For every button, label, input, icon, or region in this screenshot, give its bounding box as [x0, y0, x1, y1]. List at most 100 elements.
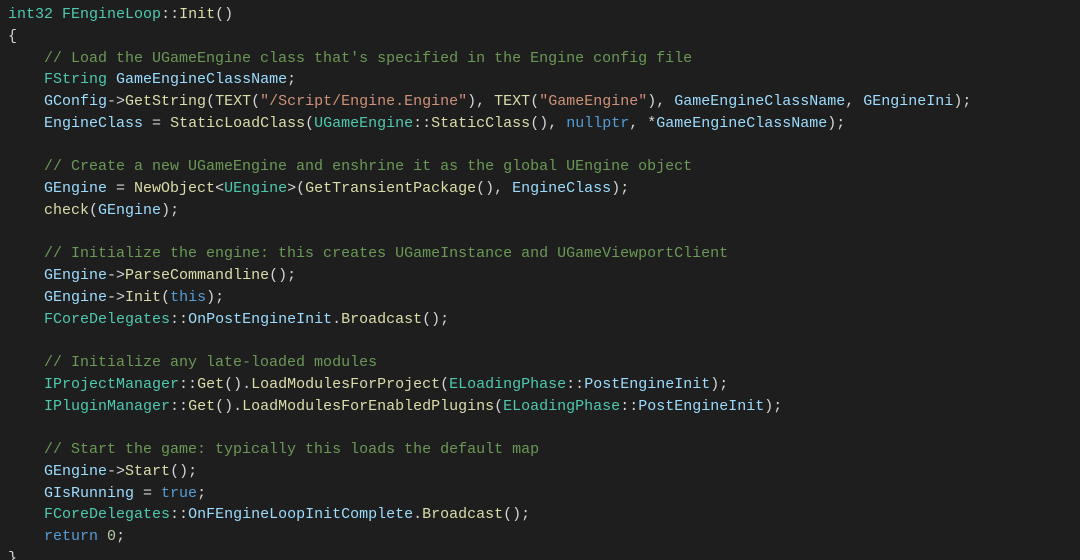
code-line[interactable]: [8, 332, 17, 349]
code-token: [8, 115, 44, 132]
code-token: GetString: [125, 93, 206, 110]
code-token: GEngine: [98, 202, 161, 219]
code-token: Broadcast: [422, 506, 503, 523]
code-line[interactable]: int32 FEngineLoop::Init(): [8, 6, 233, 23]
code-token: ->: [107, 93, 125, 110]
code-token: // Start the game: typically this loads …: [44, 441, 539, 458]
code-token: ::: [413, 115, 431, 132]
code-token: =: [143, 115, 170, 132]
code-line[interactable]: GConfig->GetString(TEXT("/Script/Engine.…: [8, 93, 971, 110]
code-line[interactable]: GEngine->Start();: [8, 463, 197, 480]
code-token: GameEngineClassName: [674, 93, 845, 110]
code-line[interactable]: // Initialize any late-loaded modules: [8, 354, 377, 371]
code-token: GIsRunning: [44, 485, 134, 502]
code-token: // Load the UGameEngine class that's spe…: [44, 50, 692, 67]
code-line[interactable]: GEngine->ParseCommandline();: [8, 267, 296, 284]
code-token: ->: [107, 463, 125, 480]
code-token: (),: [476, 180, 512, 197]
code-token: ->: [107, 267, 125, 284]
code-line[interactable]: return 0;: [8, 528, 125, 545]
code-token: [8, 289, 44, 306]
code-line[interactable]: FCoreDelegates::OnPostEngineInit.Broadca…: [8, 311, 449, 328]
code-token: return: [44, 528, 98, 545]
code-line[interactable]: FCoreDelegates::OnFEngineLoopInitComplet…: [8, 506, 530, 523]
code-token: IProjectManager: [44, 376, 179, 393]
code-token: [8, 376, 44, 393]
code-token: [8, 93, 44, 110]
code-line[interactable]: IPluginManager::Get().LoadModulesForEnab…: [8, 398, 782, 415]
code-token: ELoadingPhase: [503, 398, 620, 415]
code-token: [8, 311, 44, 328]
code-line[interactable]: // Create a new UGameEngine and enshrine…: [8, 158, 692, 175]
code-line[interactable]: IProjectManager::Get().LoadModulesForPro…: [8, 376, 728, 393]
code-token: (: [494, 398, 503, 415]
code-line[interactable]: // Load the UGameEngine class that's spe…: [8, 50, 692, 67]
code-line[interactable]: // Initialize the engine: this creates U…: [8, 245, 728, 262]
code-token: ;: [116, 528, 125, 545]
code-line[interactable]: }: [8, 550, 17, 560]
code-token: [8, 224, 17, 241]
code-token: (: [530, 93, 539, 110]
code-token: );: [827, 115, 845, 132]
code-token: TEXT: [494, 93, 530, 110]
code-token: <: [215, 180, 224, 197]
code-line[interactable]: GEngine->Init(this);: [8, 289, 224, 306]
code-token: Broadcast: [341, 311, 422, 328]
code-token: StaticClass: [431, 115, 530, 132]
code-token: OnPostEngineInit: [188, 311, 332, 328]
code-token: [8, 332, 17, 349]
code-token: , *: [629, 115, 656, 132]
code-editor[interactable]: int32 FEngineLoop::Init() { // Load the …: [0, 0, 1080, 560]
code-token: =: [107, 180, 134, 197]
code-line[interactable]: // Start the game: typically this loads …: [8, 441, 539, 458]
code-token: // Create a new UGameEngine and enshrine…: [44, 158, 692, 175]
code-line[interactable]: [8, 224, 17, 241]
code-token: =: [134, 485, 161, 502]
code-line[interactable]: GIsRunning = true;: [8, 485, 206, 502]
code-token: ::: [179, 376, 197, 393]
code-token: ();: [503, 506, 530, 523]
code-token: ::: [170, 398, 188, 415]
code-line[interactable]: check(GEngine);: [8, 202, 179, 219]
code-token: FEngineLoop: [62, 6, 161, 23]
code-token: ::: [170, 311, 188, 328]
code-token: [8, 506, 44, 523]
code-line[interactable]: [8, 137, 17, 154]
code-token: ::: [170, 506, 188, 523]
code-token: ();: [422, 311, 449, 328]
code-line[interactable]: EngineClass = StaticLoadClass(UGameEngin…: [8, 115, 845, 132]
code-token: [8, 419, 17, 436]
code-token: NewObject: [134, 180, 215, 197]
code-token: GConfig: [44, 93, 107, 110]
code-token: GameEngineClassName: [116, 71, 287, 88]
code-token: [8, 50, 44, 67]
code-token: (: [89, 202, 98, 219]
code-token: ().: [224, 376, 251, 393]
code-token: .: [413, 506, 422, 523]
code-token: PostEngineInit: [638, 398, 764, 415]
code-token: EngineClass: [512, 180, 611, 197]
code-token: 0: [107, 528, 116, 545]
code-token: TEXT: [215, 93, 251, 110]
code-token: >(: [287, 180, 305, 197]
code-token: [8, 398, 44, 415]
code-token: GEngine: [44, 180, 107, 197]
code-line[interactable]: {: [8, 28, 17, 45]
code-token: this: [170, 289, 206, 306]
code-token: [107, 71, 116, 88]
code-token: [8, 245, 44, 262]
code-token: GetTransientPackage: [305, 180, 476, 197]
code-token: UEngine: [224, 180, 287, 197]
code-token: check: [44, 202, 89, 219]
code-token: ;: [197, 485, 206, 502]
code-token: ),: [467, 93, 494, 110]
code-line[interactable]: GEngine = NewObject<UEngine>(GetTransien…: [8, 180, 629, 197]
code-token: [8, 180, 44, 197]
code-token: (),: [530, 115, 566, 132]
code-token: (: [251, 93, 260, 110]
code-token: ();: [269, 267, 296, 284]
code-token: FCoreDelegates: [44, 311, 170, 328]
code-token: ->: [107, 289, 125, 306]
code-line[interactable]: FString GameEngineClassName;: [8, 71, 296, 88]
code-line[interactable]: [8, 419, 17, 436]
